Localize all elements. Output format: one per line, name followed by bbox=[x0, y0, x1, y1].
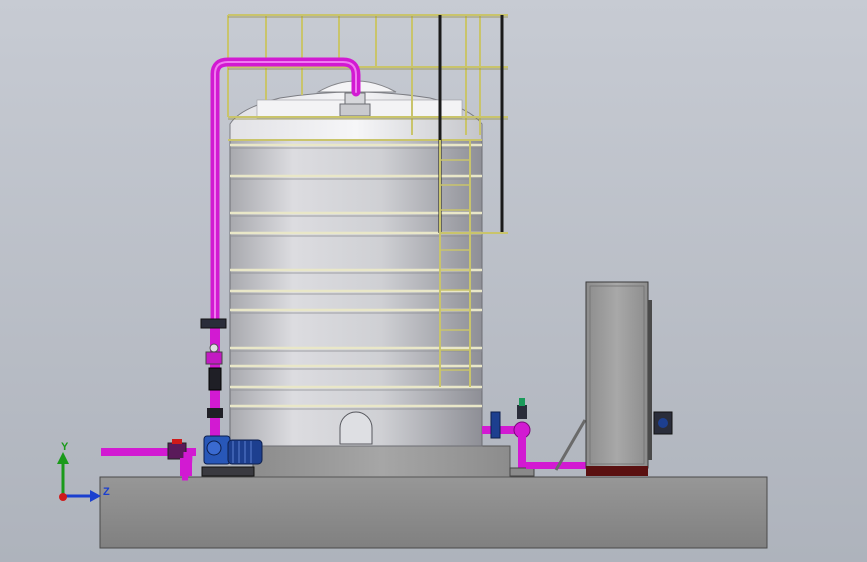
tank-manway[interactable] bbox=[339, 411, 373, 445]
roof-nozzle[interactable] bbox=[339, 103, 371, 117]
tank-body[interactable] bbox=[229, 139, 483, 447]
triad-z-label: Z bbox=[103, 486, 110, 498]
check-valve[interactable] bbox=[205, 351, 223, 365]
suction-pipe[interactable] bbox=[101, 439, 196, 481]
triad-y-label: Y bbox=[61, 441, 69, 453]
tank-plinth[interactable] bbox=[252, 445, 511, 478]
riser-flange-top[interactable] bbox=[200, 318, 227, 329]
centrifugal-pump[interactable] bbox=[201, 435, 263, 477]
cabinet-foot bbox=[586, 466, 648, 476]
cad-viewport[interactable]: Y Z bbox=[0, 0, 867, 562]
tank-assembly-scene[interactable] bbox=[0, 0, 867, 562]
suction-valve[interactable] bbox=[167, 442, 187, 460]
gate-valve[interactable] bbox=[208, 367, 222, 391]
control-cabinet[interactable] bbox=[585, 281, 673, 476]
base-slab[interactable] bbox=[99, 476, 768, 549]
riser-pipe[interactable] bbox=[200, 318, 227, 440]
outlet-valve[interactable] bbox=[490, 411, 501, 439]
coordinate-triad-icon bbox=[57, 452, 101, 502]
